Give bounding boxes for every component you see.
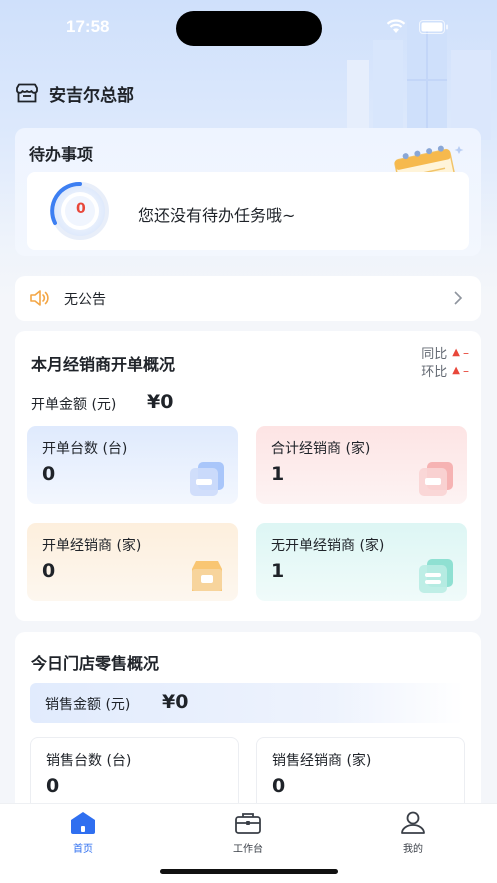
status-time: 17:58	[66, 17, 110, 36]
order-amount-label: 开单金额 (元)	[31, 397, 117, 413]
todo-inner-panel: 0 您还没有待办任务哦~	[27, 172, 469, 250]
tile-label: 销售台数 (台)	[46, 753, 132, 769]
tab-label: 我的	[403, 844, 423, 855]
yoy-indicator: 同比 ▲ –	[421, 343, 469, 363]
sales-amount-bar: 销售金额 (元) ¥0	[30, 683, 464, 723]
trend-up-icon: ▲	[452, 365, 460, 376]
tile-order-units[interactable]: 开单台数 (台) 0	[27, 426, 238, 504]
org-name: 安吉尔总部	[49, 85, 134, 106]
tile-label: 开单经销商 (家)	[42, 538, 142, 554]
tile-value: 0	[46, 775, 60, 797]
store-icon	[16, 83, 38, 103]
tab-label: 工作台	[233, 844, 263, 855]
todo-title: 待办事项	[29, 145, 94, 164]
mom-value: –	[463, 363, 469, 378]
yoy-label: 同比	[421, 347, 448, 362]
dynamic-island	[176, 11, 322, 46]
retail-overview-card: 今日门店零售概况 销售金额 (元) ¥0 销售台数 (台) 0 销售经销商 (家…	[15, 632, 481, 832]
tile-value: 0	[42, 463, 56, 485]
order-amount-value: ¥0	[147, 391, 174, 413]
chevron-right-icon	[454, 291, 463, 305]
mom-label: 环比	[421, 365, 448, 380]
trend-up-icon: ▲	[452, 347, 460, 358]
tile-label: 销售经销商 (家)	[272, 753, 372, 769]
battery-icon	[419, 20, 448, 34]
todo-count: 0	[76, 201, 86, 217]
tile-value: 1	[271, 560, 285, 582]
home-icon	[71, 812, 95, 834]
mom-indicator: 环比 ▲ –	[421, 361, 469, 381]
shop-icon	[192, 561, 222, 591]
wifi-icon	[386, 19, 406, 33]
tile-value: 0	[42, 560, 56, 582]
tile-label: 合计经销商 (家)	[271, 441, 371, 457]
sales-amount-value: ¥0	[162, 691, 189, 713]
tile-label: 无开单经销商 (家)	[271, 538, 385, 554]
tile-no-order-dealers[interactable]: 无开单经销商 (家) 1	[256, 523, 467, 601]
tab-label: 首页	[73, 844, 93, 855]
store-card-icon	[419, 462, 453, 496]
dealer-overview-title: 本月经销商开单概况	[31, 355, 176, 374]
home-indicator	[160, 869, 338, 874]
briefcase-icon	[235, 813, 261, 834]
notice-bar[interactable]: 无公告	[15, 276, 481, 321]
todo-card[interactable]: 待办事项 0 您还没有待办任务哦~	[15, 128, 481, 256]
yoy-value: –	[463, 345, 469, 360]
device-card-icon	[190, 462, 224, 496]
todo-empty-message: 您还没有待办任务哦~	[138, 206, 296, 225]
tile-total-dealers[interactable]: 合计经销商 (家) 1	[256, 426, 467, 504]
dealer-overview-card: 本月经销商开单概况 同比 ▲ – 环比 ▲ – 开单金额 (元) ¥0 开单台数…	[15, 331, 481, 621]
tab-workbench[interactable]: 工作台	[208, 811, 288, 855]
tab-mine[interactable]: 我的	[373, 811, 453, 855]
org-switcher[interactable]: 安吉尔总部	[15, 80, 134, 106]
status-bar: 17:58	[0, 0, 497, 56]
notice-text: 无公告	[64, 292, 106, 308]
tab-home[interactable]: 首页	[43, 811, 123, 855]
retail-overview-title: 今日门店零售概况	[31, 654, 160, 673]
sales-amount-label: 销售金额 (元)	[45, 697, 131, 713]
tile-value: 0	[272, 775, 286, 797]
tile-ordering-dealers[interactable]: 开单经销商 (家) 0	[27, 523, 238, 601]
tile-value: 1	[271, 463, 285, 485]
document-card-icon	[419, 559, 453, 593]
speaker-icon	[30, 290, 49, 306]
user-icon	[401, 811, 425, 834]
tile-label: 开单台数 (台)	[42, 441, 128, 457]
